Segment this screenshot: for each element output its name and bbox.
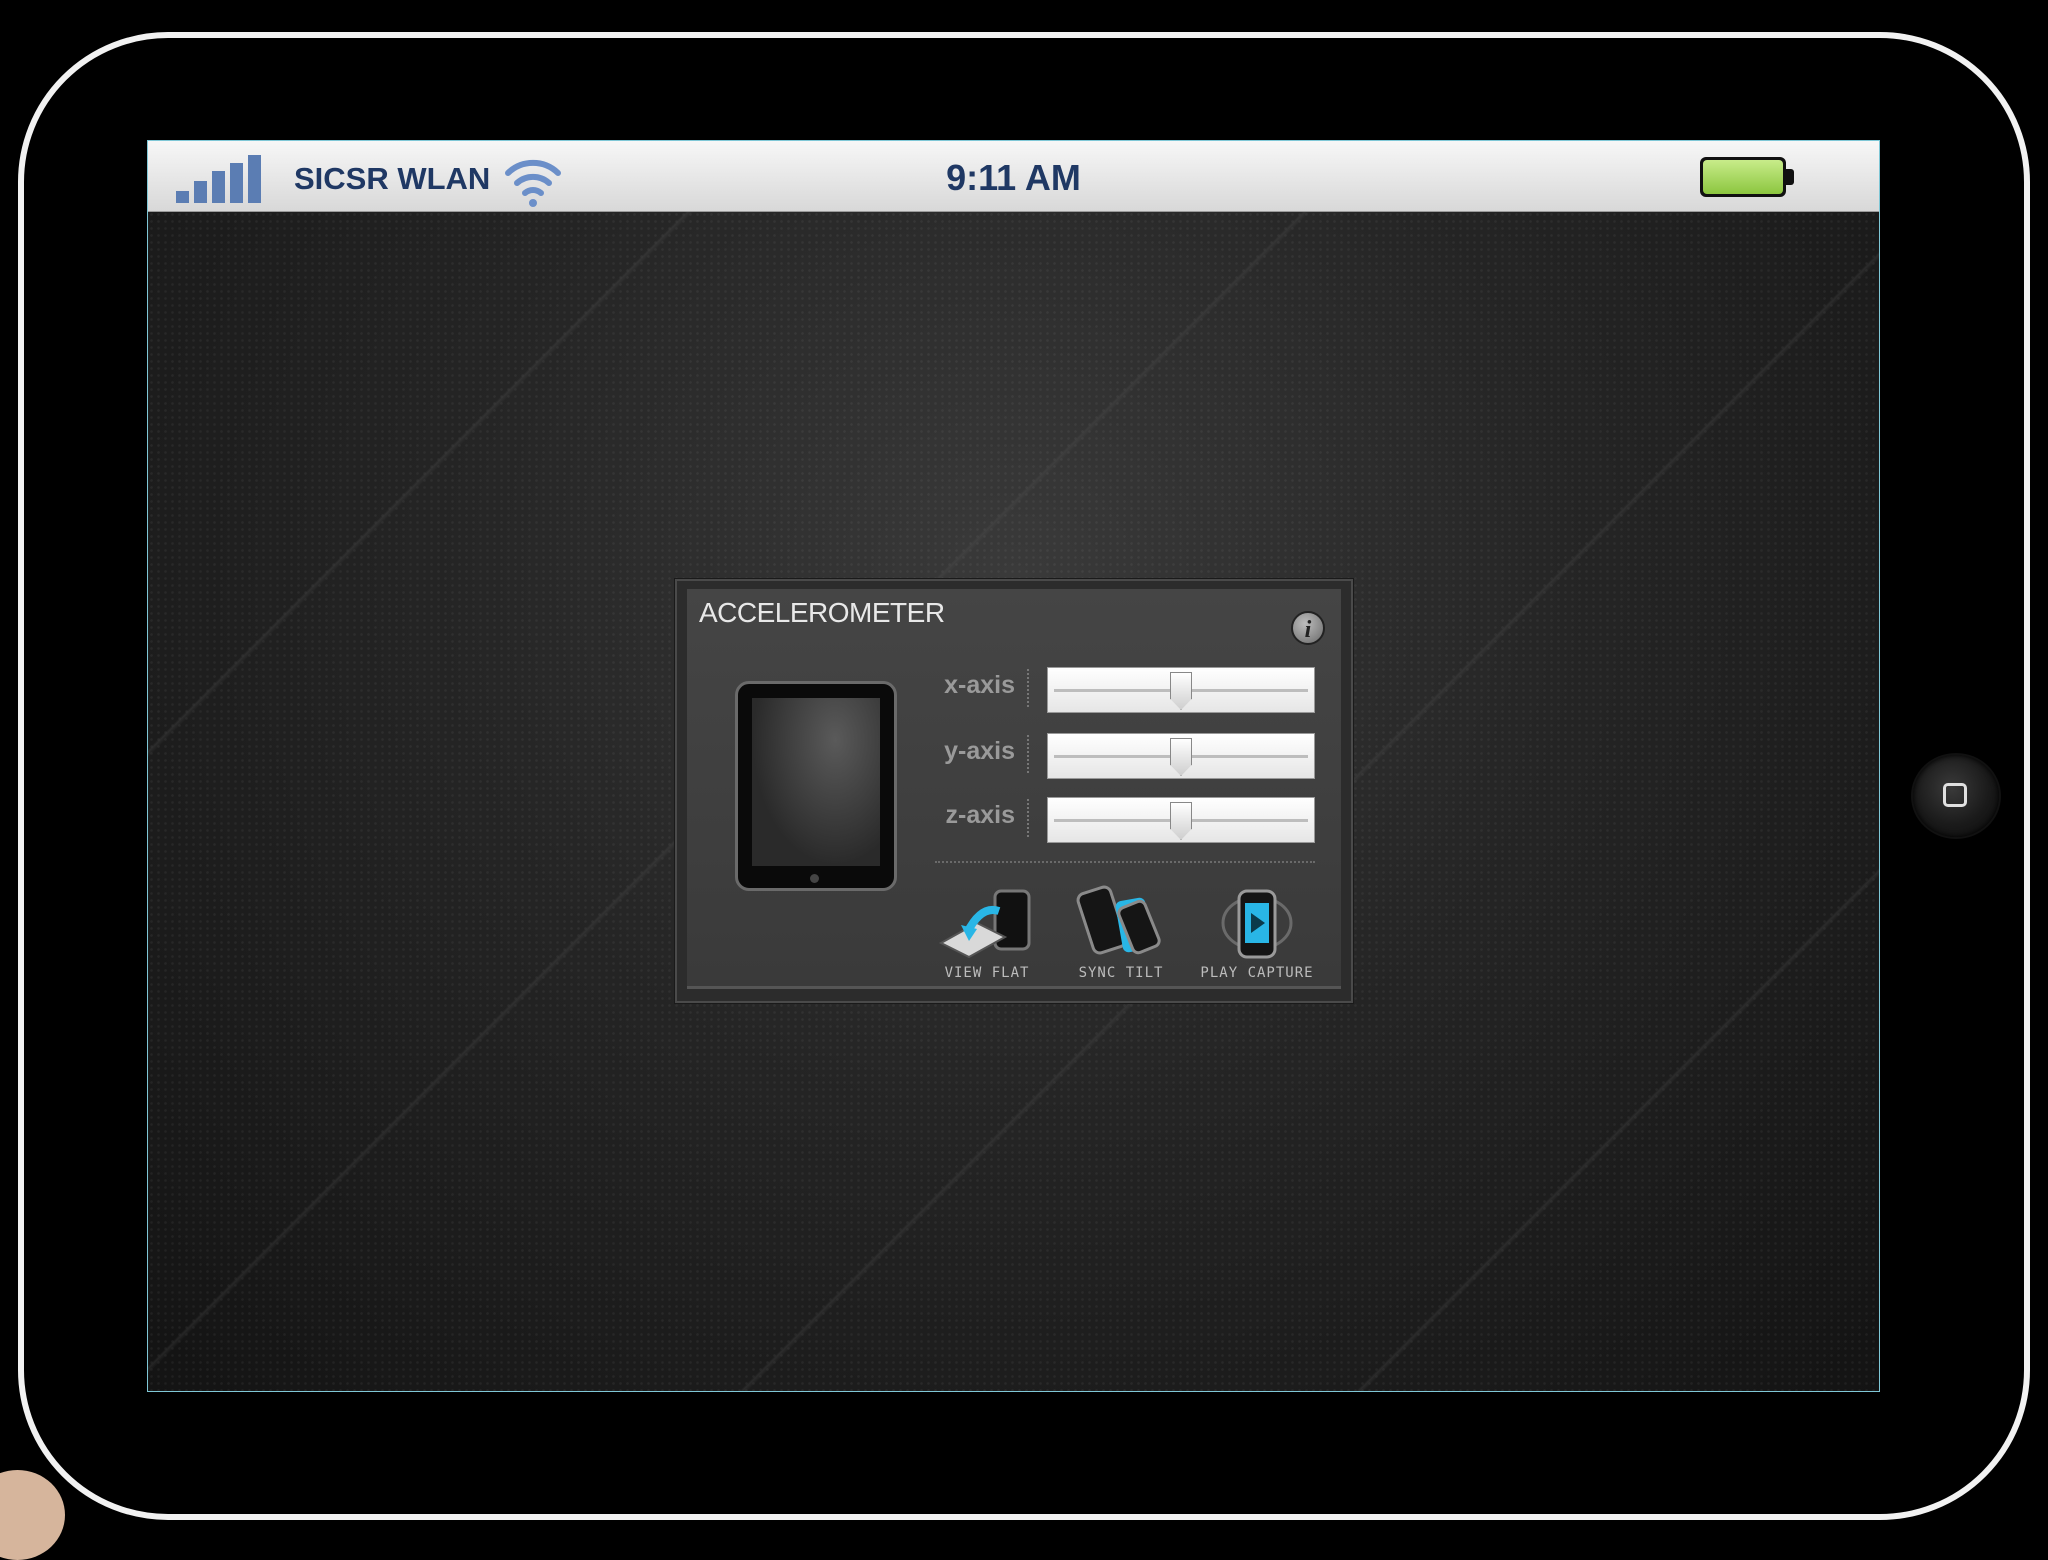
tablet-screen: SICSR WLAN 9:11 AM ACCELEROMETER i x-axi… [147, 140, 1880, 1392]
panel-title: ACCELEROMETER [699, 597, 945, 628]
tablet-preview-image [735, 681, 897, 891]
view-flat-label: VIEW FLAT [944, 965, 1030, 981]
axis-divider [1027, 799, 1029, 837]
status-time: 9:11 AM [946, 157, 1081, 198]
axis-divider [1027, 735, 1029, 773]
battery-icon [1700, 157, 1794, 197]
accelerometer-panel: ACCELEROMETER i x-axis y-axis z-axis VIE… [675, 579, 1353, 1003]
slider-thumb[interactable] [1170, 738, 1192, 776]
battery-fill [1703, 160, 1783, 194]
z-axis-slider[interactable] [1047, 797, 1315, 843]
axis-divider [1027, 669, 1029, 707]
finger-photo [0, 1470, 65, 1560]
toolbar-divider [935, 861, 1315, 863]
sync-tilt-icon [1076, 885, 1161, 955]
view-flat-icon [938, 889, 1031, 959]
sync-tilt-label: SYNC TILT [1078, 965, 1164, 981]
play-capture-button[interactable]: PLAY CAPTURE [1197, 885, 1317, 985]
y-axis-slider[interactable] [1047, 733, 1315, 779]
panel-body: ACCELEROMETER i x-axis y-axis z-axis VIE… [687, 589, 1341, 989]
z-axis-label: z-axis [945, 801, 1015, 829]
sync-tilt-button[interactable]: SYNC TILT [1061, 885, 1181, 985]
home-square-icon [1943, 783, 1967, 807]
home-button[interactable] [1913, 755, 1999, 837]
play-capture-label: PLAY CAPTURE [1200, 965, 1314, 981]
y-axis-label: y-axis [944, 737, 1015, 765]
status-bar: SICSR WLAN 9:11 AM [148, 141, 1879, 212]
x-axis-label: x-axis [944, 671, 1015, 699]
info-icon[interactable]: i [1291, 611, 1325, 645]
play-capture-icon [1221, 889, 1293, 959]
view-flat-button[interactable]: VIEW FLAT [927, 885, 1047, 985]
x-axis-slider[interactable] [1047, 667, 1315, 713]
slider-thumb[interactable] [1170, 802, 1192, 840]
slider-thumb[interactable] [1170, 672, 1192, 710]
